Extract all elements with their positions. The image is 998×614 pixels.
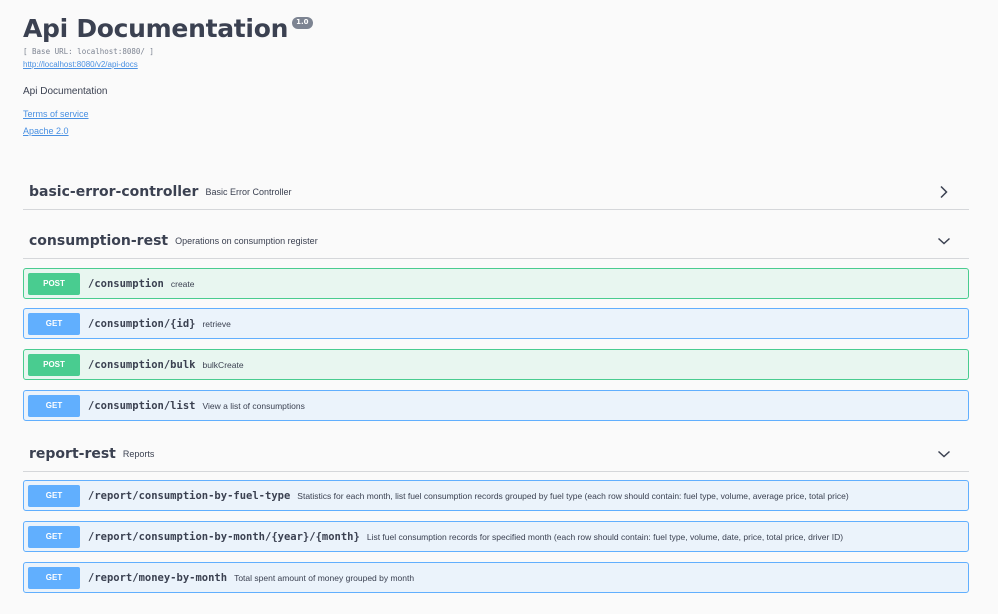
operation-get-report-money-by-month[interactable]: GET /report/money-by-month Total spent a… xyxy=(23,562,969,593)
tag-description: Operations on consumption register xyxy=(175,236,318,246)
chevron-down-icon[interactable] xyxy=(937,234,951,248)
method-badge: GET xyxy=(28,525,80,548)
operation-summary: Total spent amount of money grouped by m… xyxy=(234,572,415,583)
operation-get-consumption-list[interactable]: GET /consumption/list View a list of con… xyxy=(23,390,969,421)
operation-post-consumption[interactable]: POST /consumption create xyxy=(23,268,969,299)
operation-path: /consumption/{id} xyxy=(88,317,196,330)
tag-name: consumption-rest xyxy=(29,233,169,249)
version-badge: 1.0 xyxy=(292,17,313,29)
method-badge: GET xyxy=(28,566,80,589)
operation-get-consumption-id[interactable]: GET /consumption/{id} retrieve xyxy=(23,308,969,339)
operation-path: /consumption xyxy=(88,277,164,290)
license-link[interactable]: Apache 2.0 xyxy=(23,125,963,137)
terms-of-service-link[interactable]: Terms of service xyxy=(23,108,963,120)
operation-path: /report/consumption-by-fuel-type xyxy=(88,489,291,502)
method-badge: GET xyxy=(28,484,80,507)
operation-path: /consumption/list xyxy=(88,399,196,412)
base-url: [ Base URL: localhost:8080/ ] xyxy=(23,47,154,56)
tag-description: Basic Error Controller xyxy=(205,187,292,197)
operation-summary: bulkCreate xyxy=(202,359,244,370)
operation-path: /report/consumption-by-month/{year}/{mon… xyxy=(88,530,360,543)
operation-summary: Statistics for each month, list fuel con… xyxy=(297,490,849,501)
tag-report-rest[interactable]: report-rest Reports xyxy=(23,437,969,472)
api-info: Api Documentation 1.0 [ Base URL: localh… xyxy=(23,14,963,137)
api-description: Api Documentation xyxy=(23,86,108,97)
tag-name: basic-error-controller xyxy=(29,184,199,200)
method-badge: POST xyxy=(28,353,80,376)
operation-summary: List fuel consumption records for specif… xyxy=(366,531,844,542)
chevron-right-icon[interactable] xyxy=(937,185,951,199)
tag-name: report-rest xyxy=(29,446,116,462)
operation-path: /report/money-by-month xyxy=(88,571,228,584)
tag-consumption-rest[interactable]: consumption-rest Operations on consumpti… xyxy=(23,224,969,259)
method-badge: GET xyxy=(28,312,80,335)
tag-basic-error-controller[interactable]: basic-error-controller Basic Error Contr… xyxy=(23,175,969,210)
method-badge: GET xyxy=(28,394,80,417)
chevron-down-icon[interactable] xyxy=(937,447,951,461)
operation-path: /consumption/bulk xyxy=(88,358,196,371)
page-title: Api Documentation xyxy=(23,14,289,43)
tag-description: Reports xyxy=(122,449,155,459)
operation-summary: retrieve xyxy=(202,318,231,329)
operation-get-report-consumption-by-fuel-type[interactable]: GET /report/consumption-by-fuel-type Sta… xyxy=(23,480,969,511)
operation-summary: create xyxy=(170,278,195,289)
operation-post-consumption-bulk[interactable]: POST /consumption/bulk bulkCreate xyxy=(23,349,969,380)
method-badge: POST xyxy=(28,272,80,295)
title-row: Api Documentation 1.0 xyxy=(23,14,963,44)
operation-summary: View a list of consumptions xyxy=(202,400,305,411)
api-docs-link[interactable]: http://localhost:8080/v2/api-docs xyxy=(23,59,963,71)
operation-get-report-consumption-by-month[interactable]: GET /report/consumption-by-month/{year}/… xyxy=(23,521,969,552)
